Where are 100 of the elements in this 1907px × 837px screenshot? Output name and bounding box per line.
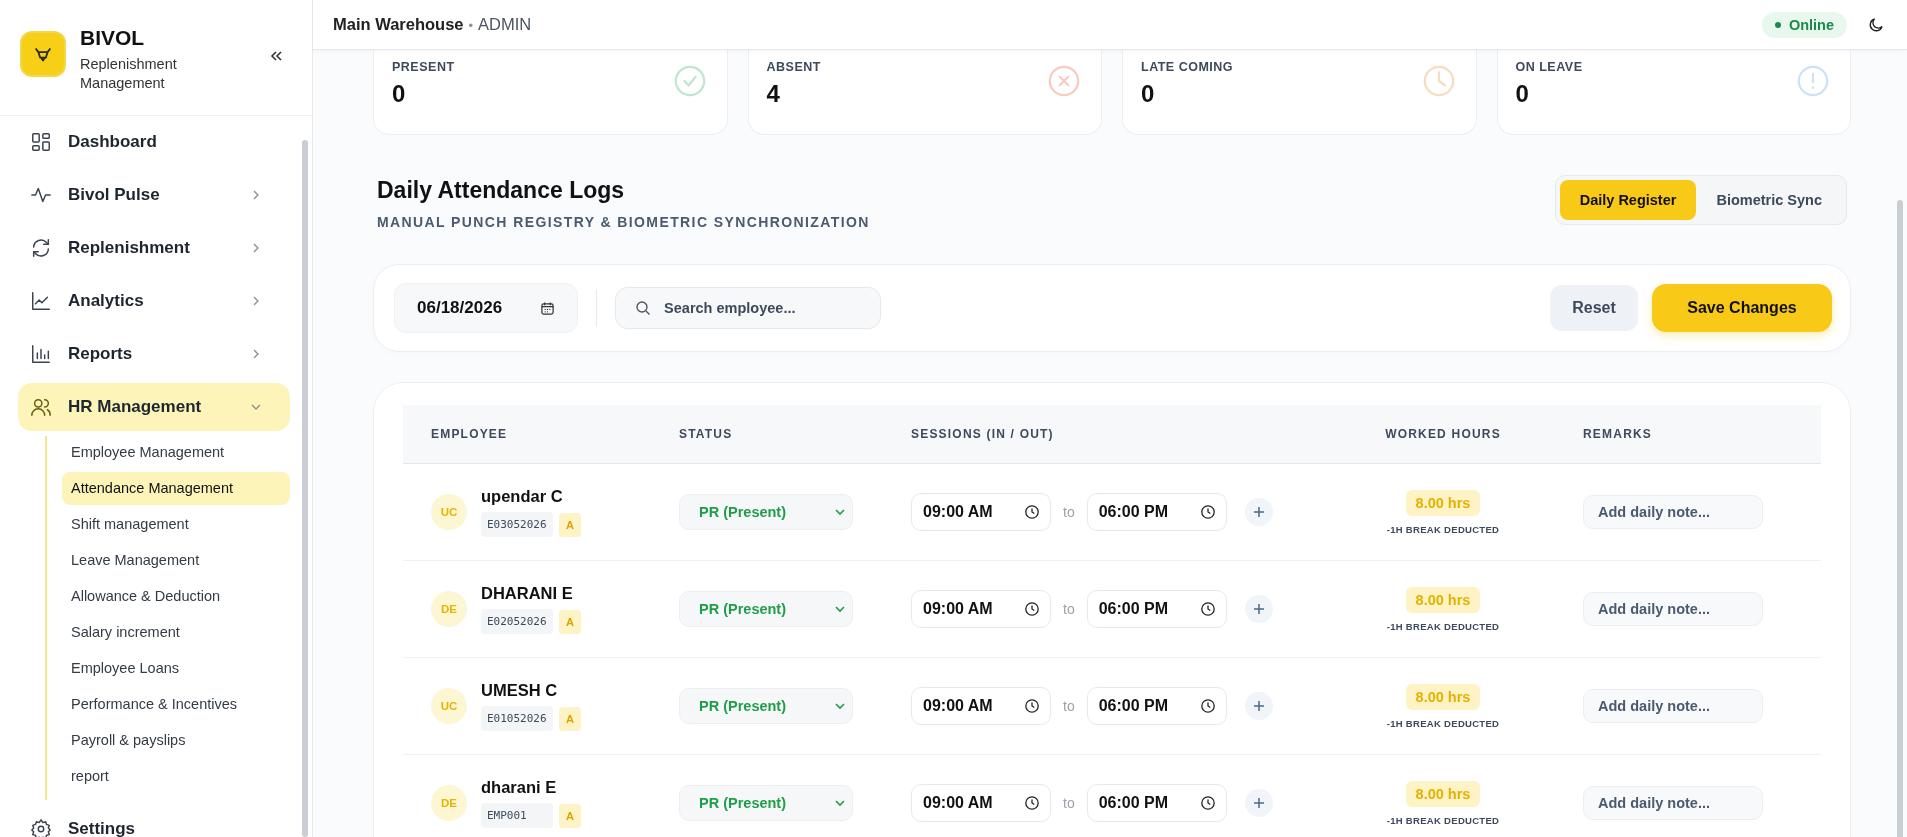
stat-label: LATE COMING	[1141, 60, 1234, 74]
chevron-down-icon	[834, 700, 846, 712]
worked-hours: 8.00 hrs	[1405, 780, 1481, 807]
submenu-item[interactable]: Employee Management	[62, 436, 290, 469]
employee-name: upendar C	[481, 487, 564, 506]
status-badge: Online	[1761, 11, 1847, 38]
nav-item[interactable]: Dashboard	[18, 118, 290, 166]
clock-icon	[1199, 504, 1216, 520]
chevron-down-icon	[834, 797, 846, 809]
submenu-item[interactable]: Shift management	[62, 508, 290, 541]
time-in-field[interactable]: 09:00 AM	[911, 493, 1051, 531]
plus-icon	[1252, 797, 1265, 809]
break-note: -1H BREAK DEDUCTED	[1386, 814, 1500, 826]
plus-icon	[1252, 506, 1265, 518]
submenu-item[interactable]: Salary increment	[62, 616, 290, 649]
date-field[interactable]: 06/18/2026	[394, 283, 579, 333]
gear-icon	[30, 818, 52, 837]
stat-value: 0	[392, 80, 407, 108]
column-header: STATUS	[679, 427, 733, 441]
chevron-down-icon	[834, 506, 846, 518]
stat-label: ABSENT	[766, 60, 821, 74]
employee-code: E03052026	[481, 512, 553, 537]
column-header: EMPLOYEE	[431, 427, 508, 441]
time-out-field[interactable]: 06:00 PM	[1086, 493, 1227, 531]
stat-value: 0	[1515, 80, 1530, 108]
break-note: -1H BREAK DEDUCTED	[1386, 620, 1500, 632]
search-field[interactable]: Search employee...	[615, 287, 882, 329]
submenu-item[interactable]: report	[62, 760, 290, 793]
time-in-field[interactable]: 09:00 AM	[911, 784, 1051, 822]
submenu-item[interactable]: Attendance Management	[62, 472, 290, 505]
logo-icon	[22, 33, 64, 75]
plus-icon	[1252, 700, 1265, 712]
submenu-item[interactable]: Leave Management	[62, 544, 290, 577]
submenu-item[interactable]: Payroll & payslips	[62, 724, 290, 757]
location-name: Main Warehouse	[333, 15, 464, 33]
shift-badge: A	[559, 512, 581, 537]
submenu-item[interactable]: Employee Loans	[62, 652, 290, 685]
time-out-field[interactable]: 06:00 PM	[1086, 687, 1227, 725]
add-session-button[interactable]	[1244, 595, 1273, 623]
employee-code: E02052026	[481, 609, 553, 634]
nav-item[interactable]: Replenishment	[18, 224, 290, 272]
avatar: UC	[431, 688, 467, 724]
shift-badge: A	[559, 609, 581, 634]
remarks-field[interactable]: Add daily note...	[1583, 786, 1763, 820]
chart-icon	[30, 290, 52, 312]
worked-hours: 8.00 hrs	[1405, 586, 1481, 613]
nav-item[interactable]: Analytics	[18, 277, 290, 325]
submenu-item[interactable]: Allowance & Deduction	[62, 580, 290, 613]
nav-item[interactable]: Reports	[18, 330, 290, 378]
tab[interactable]: Daily Register	[1559, 180, 1697, 220]
time-out-field[interactable]: 06:00 PM	[1086, 590, 1227, 628]
column-header: WORKED HOURS	[1385, 427, 1501, 441]
add-session-button[interactable]	[1244, 692, 1273, 720]
shift-badge: A	[559, 803, 581, 828]
column-header: REMARKS	[1583, 427, 1653, 441]
employee-code: EMP001	[481, 803, 553, 828]
reset-button[interactable]: Reset	[1550, 285, 1638, 331]
time-in-field[interactable]: 09:00 AM	[911, 687, 1051, 725]
clock-icon	[1024, 698, 1040, 714]
to-label: to	[1063, 698, 1075, 714]
remarks-field[interactable]: Add daily note...	[1583, 495, 1763, 529]
time-out-field[interactable]: 06:00 PM	[1086, 784, 1227, 822]
avatar: DE	[431, 591, 467, 627]
worked-hours: 8.00 hrs	[1405, 683, 1481, 710]
bars-icon	[30, 343, 52, 365]
submenu-item[interactable]: Performance & Incentives	[62, 688, 290, 721]
section-title: Daily Attendance Logs	[376, 177, 626, 204]
plus-icon	[1252, 603, 1265, 615]
break-note: -1H BREAK DEDUCTED	[1386, 717, 1500, 729]
time-in-field[interactable]: 09:00 AM	[911, 590, 1051, 628]
add-session-button[interactable]	[1244, 789, 1273, 817]
chevron-down-icon	[834, 603, 846, 615]
nav-item[interactable]: Bivol Pulse	[18, 171, 290, 219]
tab[interactable]: Biometric Sync	[1696, 180, 1842, 220]
grid-icon	[30, 131, 52, 153]
remarks-field[interactable]: Add daily note...	[1583, 592, 1763, 626]
stat-value: 4	[766, 80, 781, 108]
brand-name: BIVOL	[80, 26, 146, 50]
column-header: SESSIONS (IN / OUT)	[911, 427, 1054, 441]
to-label: to	[1063, 601, 1075, 617]
refresh-icon	[30, 237, 52, 259]
calendar-icon	[540, 300, 556, 316]
stat-label: ON LEAVE	[1515, 60, 1583, 74]
avatar: DE	[431, 785, 467, 821]
break-note: -1H BREAK DEDUCTED	[1386, 523, 1500, 535]
users-icon	[30, 396, 52, 418]
to-label: to	[1063, 795, 1075, 811]
separator-dot: •	[468, 18, 474, 33]
section-subtitle: MANUAL PUNCH REGISTRY & BIOMETRIC SYNCHRONIZATION	[376, 214, 870, 230]
avatar: UC	[431, 494, 467, 530]
clock-icon	[1199, 795, 1216, 811]
remarks-field[interactable]: Add daily note...	[1583, 689, 1763, 723]
save-button[interactable]: Save Changes	[1652, 284, 1832, 332]
add-session-button[interactable]	[1244, 498, 1273, 526]
stat-label: PRESENT	[392, 60, 455, 74]
search-icon	[635, 300, 652, 316]
clock-icon	[1024, 601, 1040, 617]
clock-icon	[1024, 795, 1040, 811]
nav-item[interactable]: HR Management	[18, 383, 290, 431]
nav-item[interactable]: Settings	[18, 805, 290, 837]
